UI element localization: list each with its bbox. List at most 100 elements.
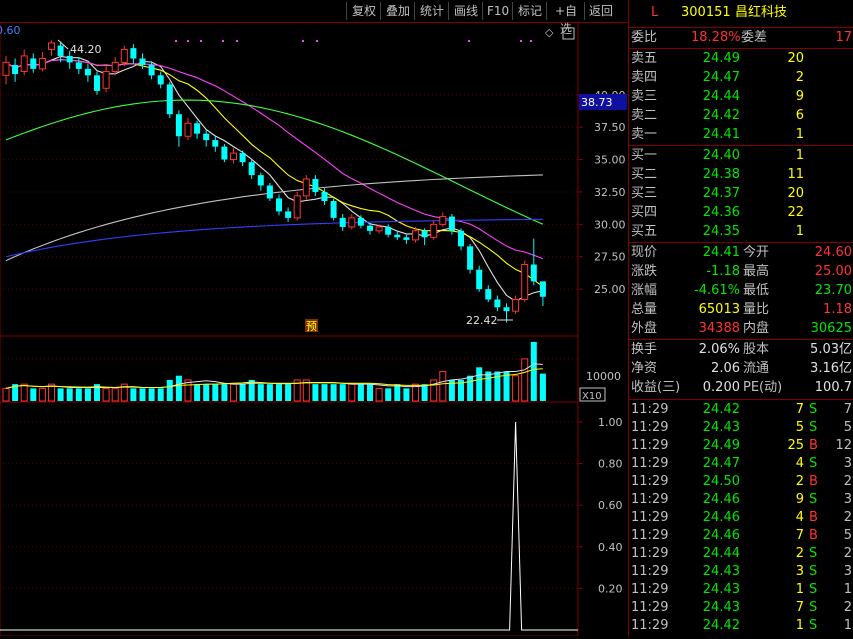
volume-bar bbox=[276, 384, 282, 401]
weicha-value: 17 bbox=[835, 30, 852, 45]
tick-time: 11:29 bbox=[631, 564, 669, 579]
candle-body bbox=[467, 246, 474, 270]
volume-bar bbox=[385, 388, 392, 401]
chart-area[interactable]: 1.000.800.600.400.20 40.0037.5035.0032.5… bbox=[0, 21, 628, 637]
bid-volume: 11 bbox=[787, 167, 804, 182]
tick-time: 11:29 bbox=[631, 420, 669, 435]
volume-bar bbox=[439, 371, 447, 402]
ask-price: 24.47 bbox=[702, 70, 740, 85]
tick-count: 3 bbox=[843, 564, 852, 579]
tick-price: 24.43 bbox=[702, 582, 740, 597]
ma5-line bbox=[5, 55, 544, 302]
bid-volume: 20 bbox=[787, 186, 804, 201]
tick-time: 11:29 bbox=[631, 438, 669, 453]
candle-body bbox=[257, 175, 264, 186]
stock-header: L 300151 昌红科技 bbox=[629, 4, 853, 22]
candle-body bbox=[166, 84, 173, 115]
tick-count: 5 bbox=[843, 420, 852, 435]
bid-volume: 1 bbox=[795, 148, 804, 163]
panel-toggle-icon[interactable] bbox=[562, 27, 575, 40]
tick-side: S bbox=[809, 420, 818, 435]
separator bbox=[629, 145, 853, 146]
toolbar-button[interactable]: 复权 bbox=[346, 2, 381, 20]
signal-dot bbox=[200, 40, 202, 42]
indicator-panel-border bbox=[0, 401, 579, 637]
candle-body bbox=[285, 211, 292, 218]
tick-price: 24.43 bbox=[702, 564, 740, 579]
bid-row: 买四 24.36 22 bbox=[629, 204, 853, 222]
fund-value: 2.06 bbox=[711, 361, 740, 376]
toolbar-button[interactable]: 画线 bbox=[448, 2, 483, 20]
ask-label: 卖五 bbox=[631, 51, 658, 66]
diamond-icon[interactable]: ◇ bbox=[545, 26, 554, 39]
stat-value: 24.41 bbox=[702, 245, 740, 260]
tick-side: S bbox=[809, 456, 818, 471]
low-price-label: 22.42 bbox=[466, 314, 498, 327]
tick-volume: 9 bbox=[795, 492, 804, 507]
tick-price: 24.46 bbox=[702, 492, 740, 507]
signal-dot bbox=[222, 40, 224, 42]
tick-volume: 7 bbox=[795, 600, 804, 615]
tick-volume: 4 bbox=[795, 510, 804, 525]
ask-label: 卖四 bbox=[631, 70, 658, 85]
ask-label: 卖二 bbox=[631, 108, 658, 123]
stat-label: 现价 bbox=[631, 245, 658, 260]
tick-side: S bbox=[809, 492, 818, 507]
bid-row: 买三 24.37 20 bbox=[629, 185, 853, 203]
volume-bar bbox=[175, 375, 182, 401]
tick-side: S bbox=[809, 402, 818, 417]
toolbar-button[interactable]: 返回 bbox=[584, 2, 617, 20]
tick-row: 11:29 24.43 7 S 2 bbox=[629, 599, 853, 617]
tick-time: 11:29 bbox=[631, 528, 669, 543]
volume-bar bbox=[539, 373, 546, 401]
volume-unit: X10 bbox=[582, 391, 602, 402]
tick-time: 11:29 bbox=[631, 618, 669, 633]
separator bbox=[629, 48, 853, 49]
kline-chart-svg[interactable]: 1.000.800.600.400.20 40.0037.5035.0032.5… bbox=[0, 21, 628, 637]
volume-bar bbox=[212, 384, 219, 401]
ask-volume: 6 bbox=[795, 108, 804, 123]
toolbar-button[interactable]: F10 bbox=[482, 2, 513, 20]
stat-label: 今开 bbox=[743, 245, 770, 260]
high-price-label: 44.20 bbox=[70, 43, 102, 56]
tick-volume: 5 bbox=[795, 420, 804, 435]
volume-bar bbox=[20, 383, 28, 402]
candle-body bbox=[111, 61, 119, 72]
candle-body bbox=[120, 48, 128, 63]
volume-bar bbox=[221, 384, 228, 401]
candle-body bbox=[530, 264, 537, 282]
bid-price: 24.36 bbox=[702, 205, 740, 220]
volume-bar bbox=[339, 384, 346, 401]
tick-volume: 7 bbox=[795, 402, 804, 417]
volume-bar bbox=[521, 358, 529, 402]
volume-bar bbox=[367, 384, 373, 401]
tick-side: S bbox=[809, 564, 818, 579]
candle-body bbox=[421, 230, 428, 238]
candle-body bbox=[276, 198, 282, 212]
ask-label: 卖三 bbox=[631, 89, 658, 104]
candle-body bbox=[403, 237, 410, 240]
stat-label: 最低 bbox=[743, 283, 770, 298]
bid-label: 买五 bbox=[631, 224, 658, 239]
stat-row: 现价 24.41 今开 24.60 bbox=[629, 244, 853, 262]
candle-body bbox=[203, 133, 210, 141]
toolbar-button[interactable]: 统计 bbox=[414, 2, 449, 20]
tick-row: 11:29 24.43 5 S 5 bbox=[629, 419, 853, 437]
price-axis-label: 30.00 bbox=[594, 218, 626, 231]
candle-body bbox=[357, 217, 364, 226]
toolbar-button[interactable]: 叠加 bbox=[380, 2, 415, 20]
toolbar-button[interactable]: 标记 bbox=[512, 2, 547, 20]
tick-side: S bbox=[809, 546, 818, 561]
price-axis-label: 37.50 bbox=[594, 121, 626, 134]
indicator-axis-label: 1.00 bbox=[598, 416, 623, 429]
candle-body bbox=[20, 55, 28, 72]
candle-body bbox=[75, 62, 82, 69]
toolbar-button[interactable]: +自选 bbox=[546, 2, 585, 36]
stat-label: 涨幅 bbox=[631, 283, 658, 298]
volume-bar bbox=[38, 387, 46, 402]
tick-side: S bbox=[809, 600, 818, 615]
volume-bar bbox=[348, 383, 356, 402]
tick-row: 11:29 24.43 1 S 1 bbox=[629, 581, 853, 599]
separator bbox=[629, 399, 853, 400]
candle-body bbox=[266, 185, 273, 199]
